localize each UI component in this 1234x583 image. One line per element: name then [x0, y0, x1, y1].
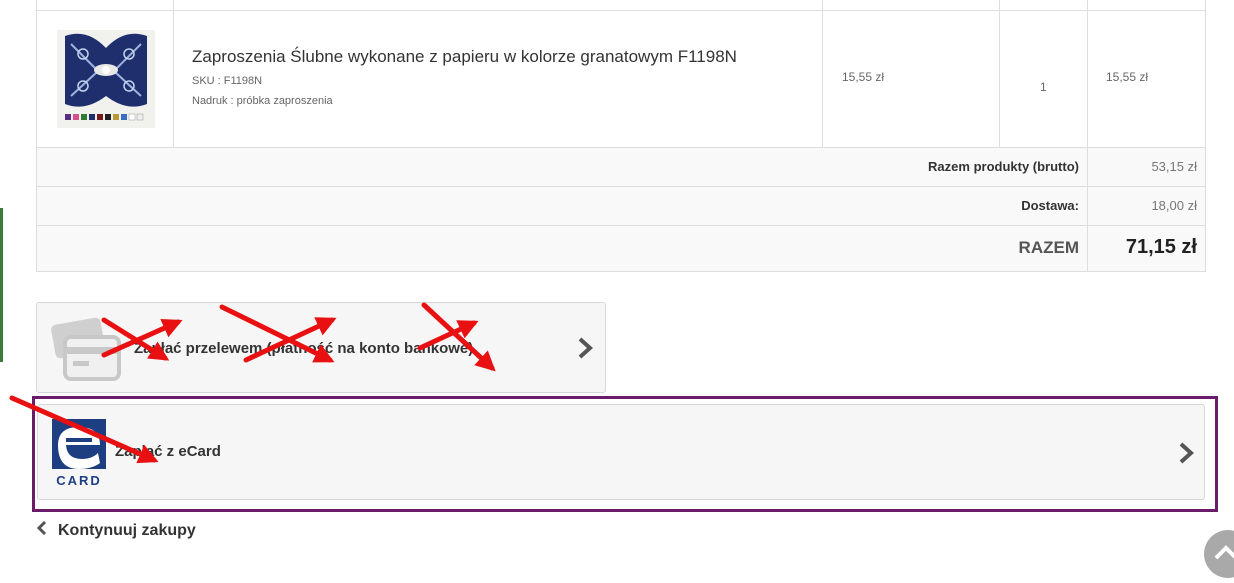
pay-ecard-label: Zapłać z eCard — [115, 443, 221, 460]
chevron-left-icon — [36, 520, 48, 541]
side-accent-bar — [0, 208, 3, 362]
subtotal-value: 53,15 zł — [1151, 159, 1197, 174]
quantity: 1 — [1040, 80, 1047, 94]
shipping-label: Dostawa: — [1021, 198, 1079, 213]
ecard-logo: CARD — [52, 419, 106, 492]
continue-shopping-link[interactable]: Kontynuuj zakupy — [36, 520, 196, 541]
continue-shopping-label: Kontynuuj zakupy — [58, 521, 196, 539]
subtotal-label: Razem produkty (brutto) — [928, 159, 1079, 174]
shipping-row: Dostawa: 18,00 zł — [37, 186, 1205, 226]
cart-table: Zaproszenia Ślubne wykonane z papieru w … — [36, 0, 1206, 272]
total-label: RAZEM — [1018, 238, 1079, 257]
pay-transfer-option[interactable]: Zapłać przelewem (płatność na konto bank… — [36, 302, 606, 393]
total-row: RAZEM 71,15 zł — [37, 225, 1205, 271]
pay-transfer-label: Zapłać przelewem (płatność na konto bank… — [134, 340, 474, 357]
chevron-right-icon — [1178, 442, 1194, 469]
product-thumbnail[interactable] — [57, 30, 155, 128]
chevron-up-icon — [1214, 545, 1234, 560]
unit-price: 15,55 zł — [842, 70, 885, 84]
scroll-to-top-button[interactable] — [1204, 530, 1234, 578]
pay-ecard-option[interactable]: CARD Zapłać z eCard — [37, 404, 1205, 500]
shipping-value: 18,00 zł — [1151, 198, 1197, 213]
credit-card-icon — [51, 317, 121, 388]
product-print-option: Nadruk : próbka zaproszenia — [192, 95, 333, 107]
product-sku: SKU : F1198N — [192, 75, 263, 87]
product-name[interactable]: Zaproszenia Ślubne wykonane z papieru w … — [192, 47, 737, 67]
subtotal-row: Razem produkty (brutto) 53,15 zł — [37, 147, 1205, 187]
total-value: 71,15 zł — [1125, 236, 1197, 258]
ecard-logo-text: CARD — [56, 473, 102, 487]
line-total: 15,55 zł — [1106, 70, 1149, 84]
table-row: Zaproszenia Ślubne wykonane z papieru w … — [37, 10, 1205, 148]
chevron-right-icon — [577, 337, 593, 364]
